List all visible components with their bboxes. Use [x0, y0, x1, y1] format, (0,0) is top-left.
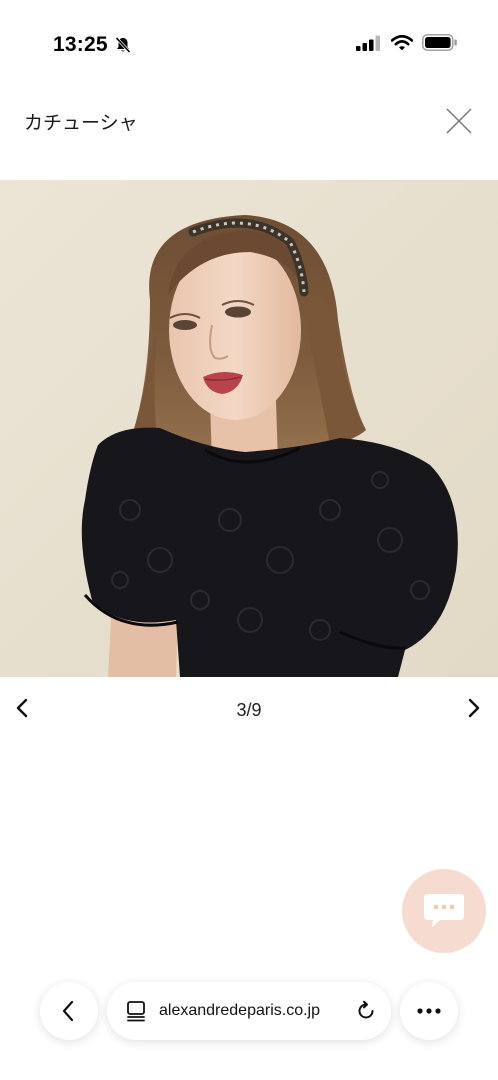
chevron-right-icon: [468, 698, 480, 718]
cellular-signal-icon: [356, 35, 380, 51]
next-image-button[interactable]: [462, 694, 484, 722]
image-counter: 3/9: [236, 700, 262, 720]
status-time-group: 13:25: [53, 33, 132, 57]
model-illustration: [0, 180, 498, 677]
battery-icon: [422, 34, 457, 51]
product-photo: [0, 180, 498, 677]
status-time: 13:25: [53, 33, 108, 56]
address-bar-url: alexandredeparis.co.jp: [159, 1002, 320, 1019]
address-bar[interactable]: alexandredeparis.co.jp: [107, 982, 391, 1040]
header: カチューシャ: [0, 92, 498, 180]
reload-icon[interactable]: [355, 1000, 377, 1022]
more-menu-button[interactable]: [400, 982, 458, 1040]
browser-back-button[interactable]: [40, 982, 98, 1040]
status-icons: [356, 34, 458, 51]
chat-bubble-icon: [424, 894, 464, 927]
more-icon: [417, 1008, 441, 1014]
chat-button[interactable]: [402, 869, 486, 953]
close-button[interactable]: [444, 106, 474, 136]
page-title: カチューシャ: [24, 113, 138, 134]
chevron-left-icon: [62, 1000, 74, 1022]
wifi-icon: [391, 34, 413, 50]
gallery-pager: 3/9: [0, 690, 498, 730]
browser-toolbar: alexandredeparis.co.jp: [0, 982, 498, 1042]
page-settings-icon[interactable]: [125, 1000, 147, 1022]
bell-slash-icon: [115, 36, 131, 54]
close-icon: [446, 108, 472, 134]
status-bar: 13:25: [0, 0, 498, 92]
